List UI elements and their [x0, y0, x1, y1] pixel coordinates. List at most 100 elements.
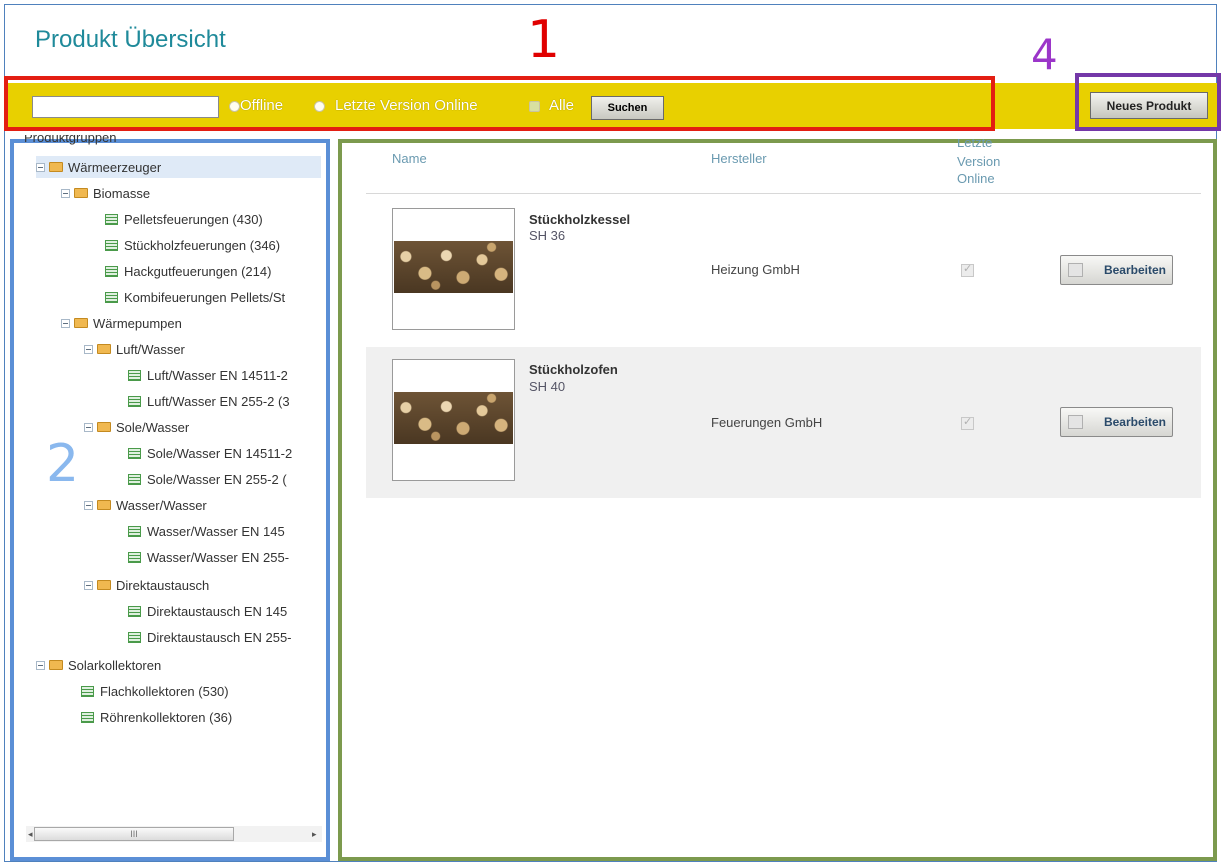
radio-offline[interactable] — [229, 101, 240, 112]
table-icon — [105, 213, 118, 225]
table-icon — [128, 525, 141, 537]
tree-item-waermepumpen[interactable]: Wärmepumpen — [61, 312, 182, 334]
folder-icon — [97, 344, 111, 354]
folder-icon — [74, 318, 88, 328]
product-model: SH 36 — [529, 228, 566, 243]
table-icon — [128, 631, 141, 643]
product-name: Stückholzofen — [529, 362, 618, 377]
tree-item-label: Sole/Wasser EN 14511-2 — [147, 445, 293, 461]
tree-item-roehrenkollektoren[interactable]: Röhrenkollektoren (36) — [81, 706, 232, 728]
table-icon — [128, 447, 141, 459]
tree-item-label: Solarkollektoren — [68, 657, 162, 673]
column-header-online-3[interactable]: Online — [957, 172, 995, 186]
search-input[interactable] — [32, 96, 219, 118]
table-icon — [81, 685, 94, 697]
new-product-button[interactable]: Neues Produkt — [1090, 92, 1208, 119]
tree-item-label: Wärmepumpen — [93, 315, 182, 331]
annotation-4: 4 — [1031, 30, 1058, 79]
tree-item-stueckholz[interactable]: Stückholzfeuerungen (346) — [105, 234, 280, 256]
column-header-online-1[interactable]: Letzte — [957, 139, 992, 153]
page-title: Produkt Übersicht — [35, 26, 226, 53]
table-icon — [128, 395, 141, 407]
tree-item-label: Röhrenkollektoren (36) — [100, 709, 233, 725]
annotation-2: 2 — [46, 434, 80, 494]
tree-item-label: Direktaustausch EN 145 — [147, 603, 288, 619]
tree-item-direktaustausch-145[interactable]: Direktaustausch EN 145 — [128, 600, 287, 622]
column-header-online-2[interactable]: Version — [957, 155, 1000, 169]
product-model: SH 40 — [529, 379, 566, 394]
tree-item-label: Luft/Wasser EN 14511-2 — [147, 367, 288, 383]
radio-latest-online-label[interactable]: Letzte Version Online — [335, 96, 478, 116]
tree-item-luft-wasser[interactable]: Luft/Wasser — [84, 338, 185, 360]
tree-item-label: Hackgutfeuerungen (214) — [124, 263, 272, 279]
tree-item-sole-wasser[interactable]: Sole/Wasser — [84, 416, 189, 438]
header-divider — [366, 193, 1201, 194]
tree-item-wasser-wasser[interactable]: Wasser/Wasser — [84, 494, 207, 516]
firewood-image — [394, 241, 513, 293]
tree-item-label: Wasser/Wasser EN 255- — [147, 549, 290, 565]
folder-icon — [74, 188, 88, 198]
product-maker: Heizung GmbH — [711, 262, 800, 277]
collapse-icon[interactable] — [36, 162, 45, 172]
tree-item-label: Sole/Wasser — [116, 419, 190, 435]
tree-item-kombi[interactable]: Kombifeuerungen Pellets/St — [105, 286, 285, 308]
tree-item-wasser-wasser-255[interactable]: Wasser/Wasser EN 255- — [128, 546, 289, 568]
table-icon — [128, 605, 141, 617]
tree-item-solarkollektoren[interactable]: Solarkollektoren — [36, 654, 161, 676]
column-header-name[interactable]: Name — [392, 152, 427, 166]
tree-item-label: Stückholzfeuerungen (346) — [124, 237, 281, 253]
online-checkbox — [961, 415, 974, 430]
tree-item-wasser-wasser-145[interactable]: Wasser/Wasser EN 145 — [128, 520, 285, 542]
tree-item-label: Direktaustausch EN 255- — [147, 629, 292, 645]
tree-item-direktaustausch[interactable]: Direktaustausch — [84, 574, 209, 596]
tree-item-label: Wasser/Wasser — [116, 497, 207, 513]
collapse-icon[interactable] — [61, 318, 70, 328]
radio-all[interactable] — [529, 101, 540, 112]
tree-item-luft-wasser-14511[interactable]: Luft/Wasser EN 14511-2 — [128, 364, 288, 386]
product-image — [392, 359, 515, 481]
product-image — [392, 208, 515, 330]
firewood-image — [394, 392, 513, 444]
tree-item-label: Luft/Wasser EN 255-2 (3 — [147, 393, 290, 409]
edit-button[interactable]: Bearbeiten — [1060, 255, 1173, 285]
edit-button[interactable]: Bearbeiten — [1060, 407, 1173, 437]
collapse-icon[interactable] — [84, 422, 93, 432]
scroll-left-icon[interactable]: ◂ — [28, 829, 33, 840]
tree-item-waermeerzeuger[interactable]: Wärmeerzeuger — [36, 156, 321, 178]
folder-icon — [97, 500, 111, 510]
folder-icon — [97, 422, 111, 432]
collapse-icon[interactable] — [61, 188, 70, 198]
tree-item-label: Kombifeuerungen Pellets/St — [124, 289, 286, 305]
tree-item-label: Biomasse — [93, 185, 151, 201]
radio-all-label[interactable]: Alle — [549, 96, 574, 116]
folder-icon — [49, 660, 63, 670]
tree-item-sole-wasser-255[interactable]: Sole/Wasser EN 255-2 ( — [128, 468, 287, 490]
tree-item-label: Sole/Wasser EN 255-2 ( — [147, 471, 287, 487]
tree-item-label: Direktaustausch — [116, 577, 210, 593]
table-icon — [105, 265, 118, 277]
tree-item-pellets[interactable]: Pelletsfeuerungen (430) — [105, 208, 263, 230]
table-icon — [81, 711, 94, 723]
scrollbar-thumb[interactable]: III — [34, 827, 234, 841]
search-button[interactable]: Suchen — [591, 96, 664, 120]
collapse-icon[interactable] — [84, 580, 93, 590]
collapse-icon[interactable] — [84, 500, 93, 510]
edit-button-label: Bearbeiten — [1103, 415, 1166, 429]
edit-icon — [1068, 415, 1083, 429]
tree-item-hackgut[interactable]: Hackgutfeuerungen (214) — [105, 260, 271, 282]
tree-root[interactable]: Produktgruppen — [24, 135, 117, 149]
tree-item-flachkollektoren[interactable]: Flachkollektoren (530) — [81, 680, 229, 702]
table-icon — [105, 239, 118, 251]
collapse-icon[interactable] — [36, 660, 45, 670]
scroll-right-icon[interactable]: ▸ — [312, 829, 317, 840]
radio-offline-label[interactable]: Offline — [240, 96, 283, 116]
tree-item-biomasse[interactable]: Biomasse — [61, 182, 150, 204]
radio-latest-online[interactable] — [314, 101, 325, 112]
annotation-1: 1 — [527, 10, 561, 70]
collapse-icon[interactable] — [84, 344, 93, 354]
tree-item-sole-wasser-14511[interactable]: Sole/Wasser EN 14511-2 — [128, 442, 292, 464]
column-header-maker[interactable]: Hersteller — [711, 152, 767, 166]
tree-item-direktaustausch-255[interactable]: Direktaustausch EN 255- — [128, 626, 292, 648]
table-icon — [128, 473, 141, 485]
tree-item-luft-wasser-255[interactable]: Luft/Wasser EN 255-2 (3 — [128, 390, 290, 412]
